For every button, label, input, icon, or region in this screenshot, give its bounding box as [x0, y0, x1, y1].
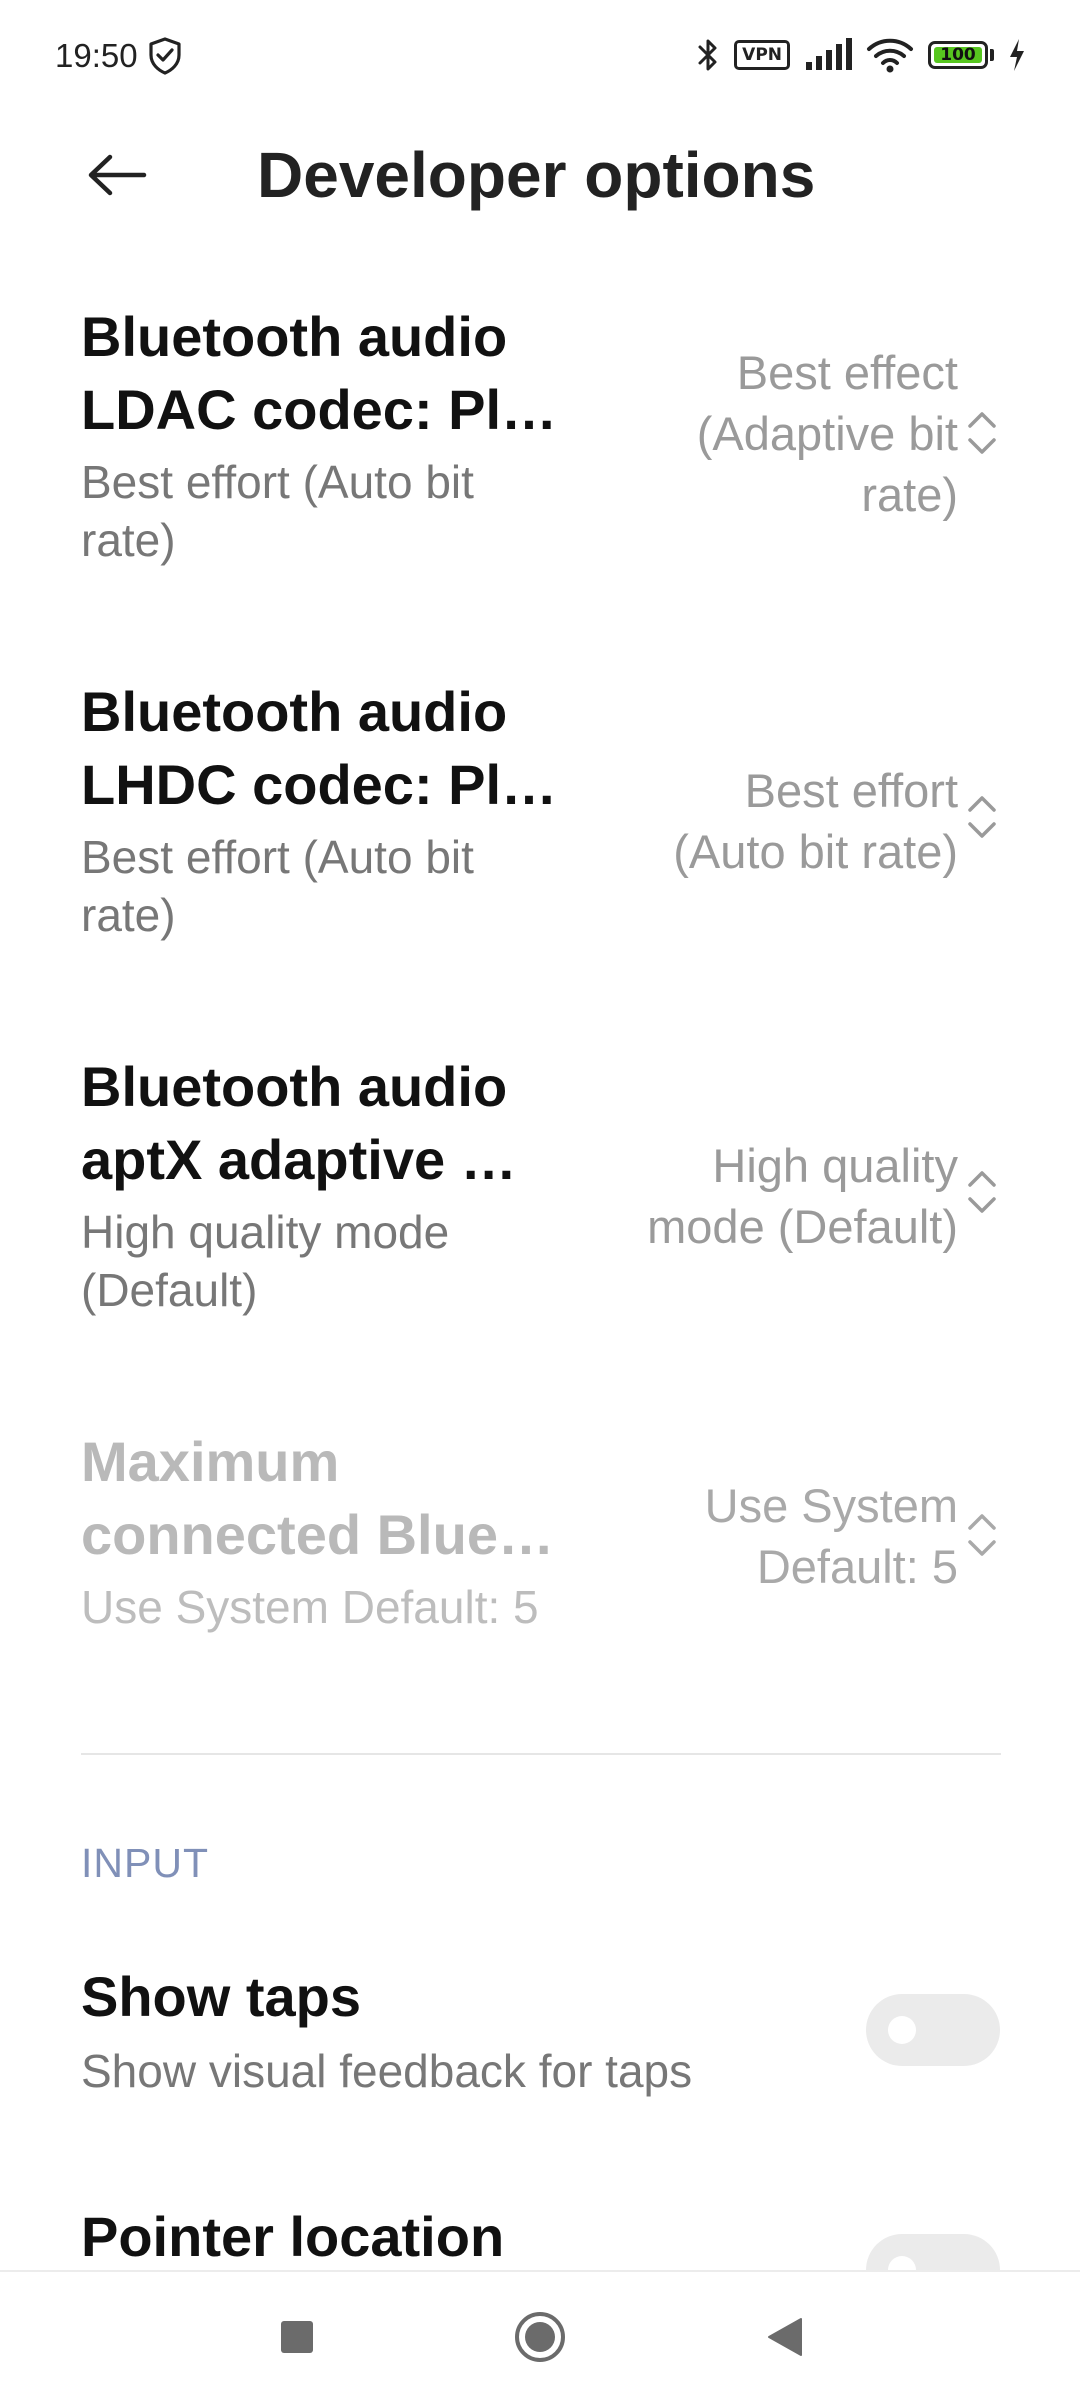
pointer-location-toggle[interactable]: [866, 2234, 1000, 2270]
setting-title: Show taps: [81, 1965, 362, 2028]
signal-icon: [806, 38, 852, 70]
battery-body: 100: [928, 41, 988, 69]
toggle-knob: [888, 2016, 916, 2044]
setting-title: Pointer location: [81, 2205, 505, 2268]
setting-title: Bluetooth audio LHDC codec: Pl…: [81, 680, 558, 816]
setting-ldac-codec[interactable]: Bluetooth audio LDAC codec: Pl… Best eff…: [0, 300, 1080, 600]
setting-value: Best effect (Adaptive bit rate): [696, 346, 958, 521]
wifi-icon: [867, 38, 913, 73]
setting-pointer-location[interactable]: Pointer location: [0, 2200, 1080, 2270]
vpn-icon: VPN: [734, 40, 790, 70]
battery-icon: 100: [928, 41, 994, 69]
setting-value: High quality mode (Default): [647, 1139, 958, 1253]
setting-summary: Show visual feedback for taps: [81, 2045, 693, 2097]
bluetooth-icon: [698, 39, 717, 71]
back-button[interactable]: [72, 130, 162, 220]
setting-max-bluetooth-devices: Maximum connected Blue… Use System Defau…: [0, 1425, 1080, 1685]
toggle-knob: [888, 2256, 916, 2270]
show-taps-toggle[interactable]: [866, 1994, 1000, 2066]
app-bar: Developer options: [0, 110, 1080, 220]
chevron-up-down-icon: [968, 796, 996, 838]
charging-icon: [1010, 39, 1024, 71]
setting-summary: Best effort (Auto bit rate): [81, 456, 474, 566]
setting-summary: Use System Default: 5: [81, 1581, 539, 1633]
arrow-left-icon: [88, 154, 147, 196]
home-button[interactable]: [505, 2302, 575, 2372]
chevron-up-down-icon: [968, 1514, 996, 1556]
setting-title: Maximum connected Blue…: [81, 1430, 554, 1566]
setting-title: Bluetooth audio aptX adaptive …: [81, 1055, 517, 1191]
page-title: Developer options: [257, 139, 816, 211]
recents-square-icon: [281, 2321, 313, 2353]
back-triangle-icon: [768, 2318, 802, 2356]
home-circle-icon: [515, 2312, 565, 2362]
recents-button[interactable]: [262, 2302, 332, 2372]
setting-aptx-adaptive[interactable]: Bluetooth audio aptX adaptive … High qua…: [0, 1050, 1080, 1350]
navigation-bar: [0, 2270, 1080, 2402]
setting-value: Best effort (Auto bit rate): [673, 764, 958, 878]
setting-value: Use System Default: 5: [704, 1479, 958, 1593]
setting-summary: High quality mode (Default): [81, 1206, 450, 1316]
setting-show-taps[interactable]: Show taps Show visual feedback for taps: [0, 1960, 1080, 2120]
battery-tip: [990, 49, 994, 61]
setting-lhdc-codec[interactable]: Bluetooth audio LHDC codec: Pl… Best eff…: [0, 675, 1080, 975]
status-bar: 19:50 VPN 100: [0, 0, 1080, 110]
status-time: 19:50: [55, 37, 138, 74]
setting-title: Bluetooth audio LDAC codec: Pl…: [81, 305, 558, 441]
battery-level: 100: [940, 45, 976, 65]
section-header-input: INPUT: [81, 1840, 209, 1886]
status-icons: VPN 100: [696, 34, 1026, 76]
back-nav-button[interactable]: [750, 2302, 820, 2372]
section-divider: [81, 1753, 1001, 1755]
setting-summary: Best effort (Auto bit rate): [81, 831, 474, 941]
chevron-up-down-icon: [968, 412, 996, 454]
shield-icon: [149, 37, 181, 75]
chevron-up-down-icon: [968, 1171, 996, 1213]
